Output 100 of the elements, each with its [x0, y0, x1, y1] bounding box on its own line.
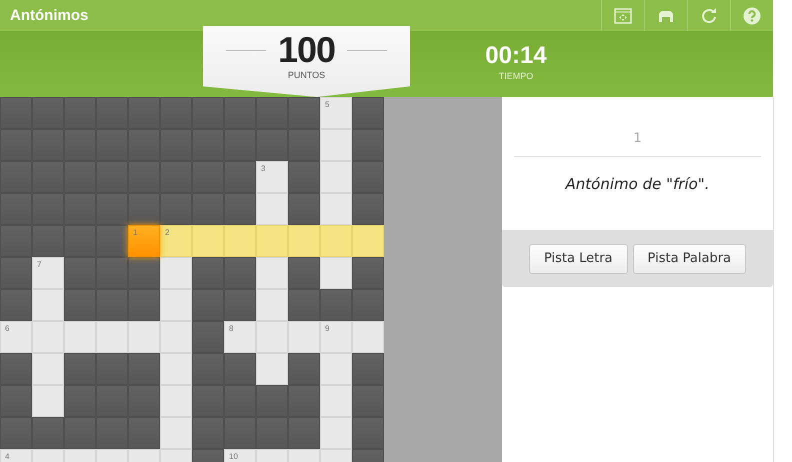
clue-number: 1: [633, 131, 642, 146]
grid-cell[interactable]: 4: [0, 449, 32, 462]
block-cell: [0, 417, 32, 449]
block-cell: [288, 161, 320, 193]
clue-number: 10: [229, 452, 238, 461]
clue-number: 1: [133, 228, 138, 237]
grid-cell[interactable]: 9: [320, 321, 352, 353]
block-cell: [192, 257, 224, 289]
grid-cell[interactable]: [256, 193, 288, 225]
block-cell: [352, 417, 384, 449]
block-cell: [256, 129, 288, 161]
block-cell: [0, 97, 32, 129]
hint-button[interactable]: Pista Palabra: [632, 244, 746, 274]
block-cell: [96, 257, 128, 289]
grid-cell[interactable]: [320, 225, 352, 257]
block-cell: [288, 257, 320, 289]
clue-number: 3: [261, 164, 266, 173]
grid-cell[interactable]: [192, 225, 224, 257]
grid-cell[interactable]: [160, 417, 192, 449]
block-cell: [32, 417, 64, 449]
block-cell: [0, 289, 32, 321]
refresh-icon: [700, 6, 718, 24]
grid-cell[interactable]: [160, 385, 192, 417]
block-cell: [256, 385, 288, 417]
block-cell: [128, 97, 160, 129]
block-cell: [64, 97, 96, 129]
block-cell: [288, 417, 320, 449]
help-icon: [743, 6, 761, 24]
block-cell: [0, 257, 32, 289]
block-cell: [32, 225, 64, 257]
score-value: 100: [278, 30, 336, 70]
grid-cell[interactable]: [160, 321, 192, 353]
grid-cell[interactable]: [128, 321, 160, 353]
block-cell: [288, 385, 320, 417]
clue-number: 2: [165, 228, 170, 237]
grid-cell[interactable]: 8: [224, 321, 256, 353]
block-cell: [352, 129, 384, 161]
timer-value: 00:14: [485, 41, 547, 71]
block-cell: [192, 193, 224, 225]
grid-cell[interactable]: [256, 289, 288, 321]
block-cell: [224, 257, 256, 289]
grid-cell[interactable]: [32, 321, 64, 353]
grid-cell[interactable]: [320, 417, 352, 449]
block-cell: [32, 97, 64, 129]
grid-cell[interactable]: [320, 353, 352, 385]
grid-cell[interactable]: [32, 385, 64, 417]
grid-cell[interactable]: 3: [256, 161, 288, 193]
clue-number: 5: [325, 100, 330, 109]
window-title: Antónimos: [9, 7, 88, 24]
grid-cell[interactable]: [32, 289, 64, 321]
grid-cell[interactable]: 10: [224, 449, 256, 462]
grid-cell[interactable]: [160, 289, 192, 321]
clue-number: 9: [325, 324, 330, 333]
grid-cell[interactable]: [320, 193, 352, 225]
block-cell: [352, 161, 384, 193]
grid-cell[interactable]: 2: [160, 225, 192, 257]
hint-button[interactable]: Pista Letra: [528, 244, 628, 274]
grid-cell[interactable]: [352, 321, 384, 353]
grid-cell[interactable]: [320, 385, 352, 417]
grid-cell[interactable]: [64, 321, 96, 353]
clue-text: Antónimo de "frío".: [566, 175, 710, 193]
grid-cell[interactable]: 1: [128, 225, 160, 257]
grid-cell[interactable]: [224, 225, 256, 257]
grid-cell[interactable]: 5: [320, 97, 352, 129]
grid-cell[interactable]: [256, 353, 288, 385]
grid-cell[interactable]: [96, 321, 128, 353]
block-cell: [320, 289, 352, 321]
block-cell: [352, 193, 384, 225]
block-cell: [192, 417, 224, 449]
grid-cell[interactable]: [256, 225, 288, 257]
grid-cell[interactable]: [288, 321, 320, 353]
grid-cell[interactable]: [256, 321, 288, 353]
grid-cell[interactable]: [320, 257, 352, 289]
block-cell: [352, 385, 384, 417]
grid-cell[interactable]: [160, 353, 192, 385]
block-cell: [224, 417, 256, 449]
block-cell: [0, 385, 32, 417]
block-cell: [96, 289, 128, 321]
grid-cell[interactable]: [320, 129, 352, 161]
grid-cell[interactable]: 7: [32, 257, 64, 289]
clue-number: 6: [5, 324, 10, 333]
block-cell: [128, 289, 160, 321]
block-cell: [64, 353, 96, 385]
block-cell: [256, 417, 288, 449]
grid-cell[interactable]: [32, 353, 64, 385]
grid-cell[interactable]: 6: [0, 321, 32, 353]
grid-cell[interactable]: [160, 257, 192, 289]
block-cell: [224, 385, 256, 417]
block-cell: [128, 417, 160, 449]
grid-cell[interactable]: [288, 225, 320, 257]
block-cell: [96, 225, 128, 257]
grid-cell[interactable]: [320, 161, 352, 193]
block-cell: [64, 385, 96, 417]
grid-cell[interactable]: [256, 257, 288, 289]
block-cell: [160, 193, 192, 225]
grid-cell[interactable]: [352, 225, 384, 257]
block-cell: [256, 97, 288, 129]
clue-number: 7: [37, 260, 42, 269]
block-cell: [192, 97, 224, 129]
score-label: PUNTOS: [288, 70, 326, 80]
